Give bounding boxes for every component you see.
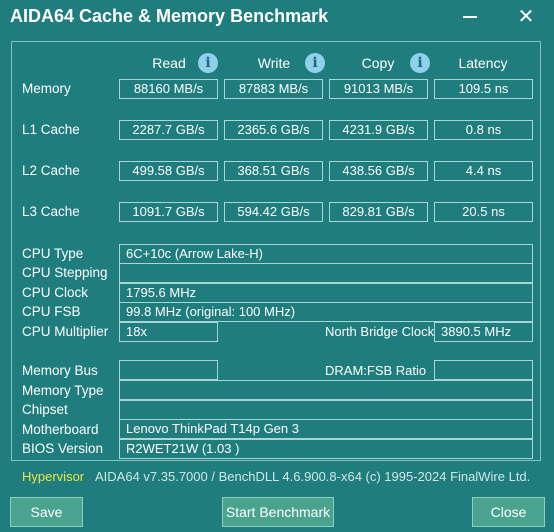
memory-copy-value: 91013 MB/s (329, 79, 428, 99)
motherboard-label: Motherboard (22, 422, 99, 437)
start-benchmark-button[interactable]: Start Benchmark (222, 497, 334, 527)
row-label-l3: L3 Cache (22, 204, 80, 219)
row-label-l1: L1 Cache (22, 122, 80, 137)
cpu-clock-label: CPU Clock (22, 285, 89, 300)
window-title: AIDA64 Cache & Memory Benchmark (10, 6, 329, 26)
cpu-type-label: CPU Type (22, 246, 84, 261)
cpu-fsb-value: 99.8 MHz (original: 100 MHz) (119, 302, 533, 322)
memory-type-value (119, 380, 533, 400)
minimize-icon[interactable] (457, 4, 483, 30)
l3-read-value: 1091.7 GB/s (119, 202, 218, 222)
l1-write-value: 2365.6 GB/s (224, 120, 323, 140)
l1-read-value: 2287.7 GB/s (119, 120, 218, 140)
cpu-fsb-label: CPU FSB (22, 304, 81, 319)
memory-bus-label: Memory Bus (22, 363, 98, 378)
column-latency: Latency (458, 55, 508, 71)
version-copyright-text: AIDA64 v7.35.7000 / BenchDLL 4.6.900.8-x… (95, 469, 531, 484)
hypervisor-link[interactable]: Hypervisor (22, 469, 84, 484)
save-button[interactable]: Save (10, 497, 83, 527)
bios-version-value: R2WET21W (1.03 ) (119, 439, 533, 459)
close-button[interactable]: Close (472, 497, 545, 527)
memory-bus-value (119, 360, 218, 380)
cpu-type-value: 6C+10c (Arrow Lake-H) (119, 244, 533, 264)
memory-type-label: Memory Type (22, 383, 104, 398)
northbridge-value: 3890.5 MHz (434, 322, 533, 342)
cpu-stepping-label: CPU Stepping (22, 265, 108, 280)
memory-write-value: 87883 MB/s (224, 79, 323, 99)
l3-copy-value: 829.81 GB/s (329, 202, 428, 222)
l3-latency-value: 20.5 ns (434, 202, 533, 222)
l2-latency-value: 4.4 ns (434, 161, 533, 181)
cpu-stepping-value (119, 263, 533, 283)
l2-copy-value: 438.56 GB/s (329, 161, 428, 181)
memory-read-value: 88160 MB/s (119, 79, 218, 99)
memory-latency-value: 109.5 ns (434, 79, 533, 99)
motherboard-value: Lenovo ThinkPad T14p Gen 3 (119, 419, 533, 439)
read-info-icon[interactable]: i (198, 53, 218, 73)
write-info-icon[interactable]: i (305, 53, 325, 73)
l1-copy-value: 4231.9 GB/s (329, 120, 428, 140)
cpu-clock-value: 1795.6 MHz (119, 283, 533, 303)
cpu-multiplier-label: CPU Multiplier (22, 324, 109, 339)
dram-ratio-value (434, 360, 533, 380)
l2-write-value: 368.51 GB/s (224, 161, 323, 181)
northbridge-label: North Bridge Clock (325, 324, 435, 339)
dram-ratio-label: DRAM:FSB Ratio (325, 363, 427, 378)
row-label-memory: Memory (22, 81, 71, 96)
close-icon[interactable]: ✕ (513, 4, 539, 30)
title-bar: AIDA64 Cache & Memory Benchmark ✕ (0, 0, 554, 36)
l1-latency-value: 0.8 ns (434, 120, 533, 140)
l3-write-value: 594.42 GB/s (224, 202, 323, 222)
chipset-value (119, 400, 533, 420)
chipset-label: Chipset (22, 402, 68, 417)
l2-read-value: 499.58 GB/s (119, 161, 218, 181)
row-label-l2: L2 Cache (22, 163, 80, 178)
cpu-multiplier-value: 18x (119, 322, 218, 342)
bios-version-label: BIOS Version (22, 441, 104, 456)
copy-info-icon[interactable]: i (410, 53, 430, 73)
